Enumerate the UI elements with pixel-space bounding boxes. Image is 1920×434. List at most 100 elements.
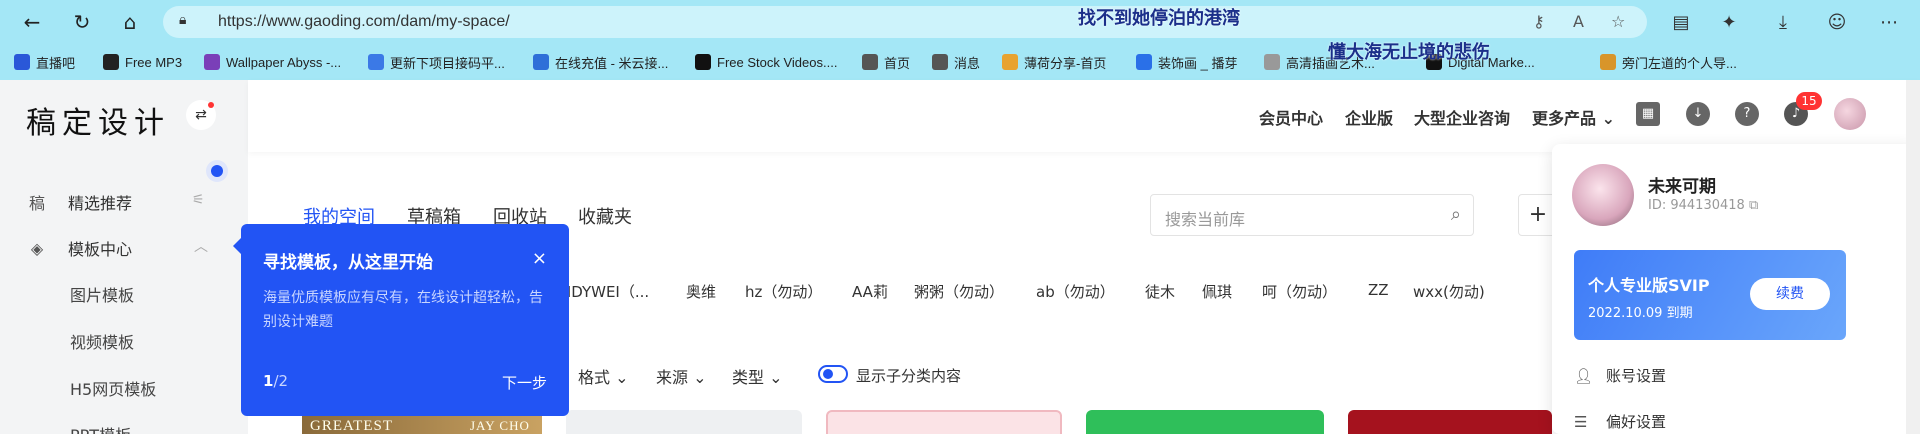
filter-source[interactable]: 来源 ⌄	[656, 364, 707, 388]
extensions-icon[interactable]: ✦	[1716, 9, 1742, 35]
collections-icon[interactable]: ▤	[1668, 9, 1694, 35]
bookmark-item[interactable]: Free Stock Videos....	[695, 52, 837, 72]
top-header	[248, 80, 1920, 152]
sidebar-subitem-image[interactable]: 图片模板	[70, 282, 134, 306]
bookmark-item[interactable]: 更新下项目接码平...	[368, 52, 505, 72]
key-icon[interactable]: ⚷	[1533, 12, 1545, 31]
member-filter-item[interactable]: hz（勿动）	[745, 281, 822, 302]
back-icon[interactable]: ←	[18, 8, 46, 36]
download-icon[interactable]: ↓	[1686, 102, 1710, 126]
adjust-icon[interactable]: ⚟	[192, 192, 205, 208]
sidebar: 稿定设计 ⇄ 稿 精选推荐 ⚟ ◈ 模板中心 ︿ 图片模板 视频模板 H5网页模…	[0, 80, 248, 434]
copy-icon[interactable]: ⧉	[1749, 198, 1758, 213]
favorite-star-icon[interactable]: ☆	[1611, 12, 1625, 31]
filter-label: 来源	[656, 368, 689, 387]
bookmark-label: 旁门左道的个人导...	[1622, 55, 1737, 71]
chevron-down-icon: ⌄	[693, 368, 707, 387]
lyric-overlay-1: 找不到她停泊的港湾	[1078, 8, 1240, 29]
profile-name: 未来可期	[1648, 177, 1716, 197]
bookmark-item[interactable]: 旁门左道的个人导...	[1600, 52, 1737, 72]
bookmark-item[interactable]: 薄荷分享-首页	[1002, 52, 1106, 72]
sidebar-subitem-video[interactable]: 视频模板	[70, 329, 134, 353]
address-bar[interactable]: 🔒︎ https://www.gaoding.com/dam/my-space/…	[163, 6, 1647, 38]
asset-card[interactable]	[1348, 410, 1552, 434]
search-icon[interactable]: ⌕	[1451, 204, 1461, 225]
member-filter-item[interactable]: 徒木	[1145, 281, 1175, 302]
tooltip-pagination: 1/2	[263, 372, 288, 390]
member-center-link[interactable]: 会员中心	[1259, 105, 1323, 129]
layers-icon: ◈	[30, 238, 44, 258]
filter-label: 格式	[578, 368, 611, 387]
filter-type[interactable]: 类型 ⌄	[732, 364, 783, 388]
close-icon[interactable]: ×	[532, 248, 547, 269]
consult-link[interactable]: 大型企业咨询	[1414, 105, 1510, 129]
read-aloud-icon[interactable]: A	[1573, 12, 1584, 31]
menu-preferences[interactable]: ☰ 偏好设置	[1574, 411, 1666, 432]
logo[interactable]: 稿定设计	[26, 98, 170, 142]
next-step-button[interactable]: 下一步	[502, 372, 547, 393]
member-filter-item[interactable]: ab（勿动）	[1036, 281, 1115, 302]
filter-format[interactable]: 格式 ⌄	[578, 364, 629, 388]
bookmark-item[interactable]: 在线充值 - 米云接...	[533, 52, 668, 72]
member-filter-item[interactable]: ZZ	[1368, 281, 1389, 299]
bookmark-item[interactable]: 首页	[862, 52, 910, 72]
bookmark-label: Wallpaper Abyss -...	[226, 54, 342, 70]
member-filter-item[interactable]: AA莉	[852, 281, 888, 302]
home-icon[interactable]: ⌂	[116, 8, 144, 36]
bookmark-label: 在线充值 - 米云接...	[555, 55, 669, 71]
sidebar-subitem-h5[interactable]: H5网页模板	[70, 376, 156, 400]
bookmark-label: 首页	[884, 55, 911, 71]
bookmark-item[interactable]: 装饰画 _ 播芽	[1136, 52, 1237, 72]
profile-icon[interactable]: ☺	[1824, 9, 1850, 35]
refresh-icon[interactable]: ↻	[68, 8, 96, 36]
bookmark-item[interactable]: 消息	[932, 52, 980, 72]
asset-card[interactable]	[566, 410, 802, 434]
tooltip-title: 寻找模板，从这里开始	[263, 253, 433, 273]
help-icon[interactable]: ?	[1735, 102, 1759, 126]
guide-hotspot	[206, 160, 228, 182]
asset-card[interactable]	[1086, 410, 1324, 434]
bookmark-icon	[103, 54, 119, 70]
bookmark-icon	[1002, 54, 1018, 70]
member-filter-item[interactable]: NDYWEI（...	[560, 281, 649, 302]
tab-favorites[interactable]: 收藏夹	[578, 203, 632, 229]
bookmark-item[interactable]: Free MP3	[103, 52, 182, 72]
vip-title: 个人专业版SVIP	[1588, 276, 1710, 295]
chevron-up-icon[interactable]: ︿	[194, 236, 208, 256]
more-products-label: 更多产品	[1532, 109, 1597, 128]
renew-button[interactable]: 续费	[1750, 278, 1830, 310]
member-filter-item[interactable]: 粥粥（勿动）	[914, 281, 1004, 302]
scrollbar[interactable]	[1906, 80, 1920, 434]
search-box[interactable]: 搜索当前库 ⌕	[1150, 194, 1474, 236]
menu-account-settings[interactable]: 👤︎ 账号设置	[1574, 365, 1666, 386]
bookmark-label: Free MP3	[125, 54, 183, 70]
profile-id-text: ID: 944130418	[1648, 198, 1745, 213]
sidebar-item-templates[interactable]: ◈ 模板中心	[28, 236, 132, 260]
bookmark-item[interactable]: 直播吧	[14, 52, 75, 72]
subcategory-toggle[interactable]	[818, 365, 848, 383]
bookmark-icon	[695, 54, 711, 70]
profile-id: ID: 944130418 ⧉	[1648, 198, 1758, 213]
bookmark-label: 消息	[954, 55, 981, 71]
sidebar-item-recommend[interactable]: 稿 精选推荐	[28, 190, 132, 214]
page-current: 1	[263, 372, 274, 390]
enterprise-link[interactable]: 企业版	[1345, 105, 1393, 129]
member-filter-item[interactable]: wxx(勿动)	[1413, 281, 1485, 302]
bookmark-item[interactable]: Wallpaper Abyss -...	[204, 52, 341, 72]
guide-tooltip: 寻找模板，从这里开始 × 海量优质模板应有尽有，在线设计超轻松，告别设计难题 1…	[233, 224, 569, 416]
calendar-icon[interactable]: ▦	[1636, 102, 1660, 126]
member-filter-item[interactable]: 奥维	[686, 281, 716, 302]
member-filter-item[interactable]: 佩琪	[1202, 281, 1232, 302]
url-text[interactable]: https://www.gaoding.com/dam/my-space/	[218, 13, 510, 31]
switch-icon[interactable]: ⇄	[186, 100, 216, 130]
more-products-link[interactable]: 更多产品 ⌄	[1532, 105, 1615, 129]
more-icon[interactable]: ⋯	[1876, 9, 1902, 35]
search-input[interactable]: 搜索当前库	[1165, 206, 1245, 230]
chevron-down-icon: ⌄	[615, 368, 629, 387]
downloads-icon[interactable]: ⤓	[1770, 9, 1796, 35]
member-filter-item[interactable]: 呵（勿动）	[1262, 281, 1337, 302]
asset-card[interactable]	[826, 410, 1062, 434]
sidebar-subitem-ppt[interactable]: PPT模板	[70, 422, 131, 434]
bookmark-label: 装饰画 _ 播芽	[1158, 55, 1238, 71]
avatar[interactable]	[1834, 98, 1866, 130]
